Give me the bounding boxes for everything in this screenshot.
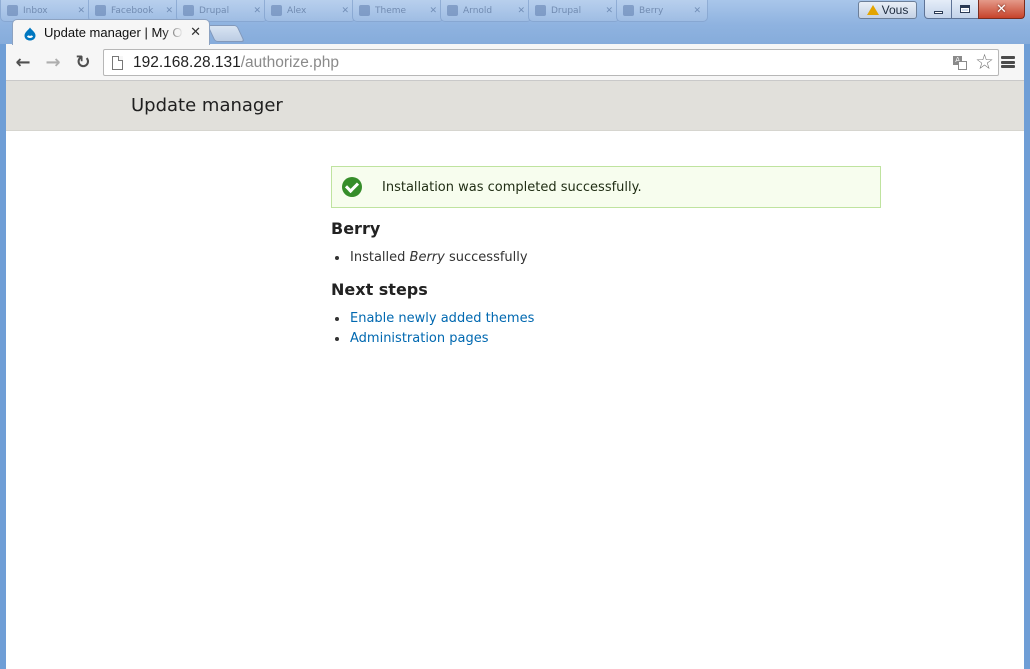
minimize-icon (933, 10, 943, 14)
browser-toolbar: ← → ↻ 192.168.28.131/authorize.php A ☆ (6, 44, 1024, 81)
administration-pages-link[interactable]: Administration pages (350, 331, 489, 346)
tab-close-icon[interactable]: ✕ (517, 6, 525, 16)
tab-favicon-icon (7, 5, 18, 16)
tab-favicon-icon (183, 5, 194, 16)
tab-title: Update manager | My Own Site (44, 25, 183, 40)
background-tab[interactable]: Theme ✕ (352, 0, 444, 22)
site-name: Update manager (131, 95, 283, 116)
main-content: Installation was completed successfully.… (331, 166, 881, 349)
next-steps-heading: Next steps (331, 280, 428, 299)
minimize-button[interactable] (924, 0, 952, 19)
tab-favicon-icon (95, 5, 106, 16)
close-icon: ✕ (996, 1, 1007, 17)
maximize-icon (960, 5, 970, 13)
translate-icon[interactable]: A (953, 55, 968, 70)
tab-close-icon[interactable]: ✕ (165, 6, 173, 16)
warning-icon (866, 5, 879, 15)
tab-title: Inbox (23, 5, 48, 16)
project-heading: Berry (331, 219, 381, 238)
omnibox-actions: A ☆ (953, 52, 994, 73)
list-item: Enable newly added themes (331, 309, 881, 329)
tab-favicon-icon (359, 5, 370, 16)
tab-close-icon[interactable]: ✕ (693, 6, 701, 16)
tab-close-icon[interactable]: ✕ (77, 6, 85, 16)
back-button[interactable]: ← (11, 51, 35, 73)
status-text: Installation was completed successfully. (382, 179, 642, 195)
tab-title: Theme (375, 5, 407, 16)
check-circle-icon (342, 177, 362, 197)
list-item: Installed Berry successfully (331, 248, 881, 268)
page-header: Update manager (6, 81, 1024, 131)
active-tab[interactable]: Update manager | My Own Site ✕ (12, 19, 210, 45)
tab-favicon-icon (535, 5, 546, 16)
install-prefix: Installed (350, 250, 406, 265)
bookmark-star-icon[interactable]: ☆ (975, 52, 994, 73)
url-host: 192.168.28.131 (133, 53, 241, 71)
tab-close-icon[interactable]: ✕ (605, 6, 613, 16)
window-titlebar: Inbox ✕ Facebook ✕ Drupal ✕ Alex ✕ Theme ✕ Ar… (0, 0, 1030, 45)
project-name: Berry (409, 250, 445, 265)
tab-close-icon[interactable]: ✕ (341, 6, 349, 16)
background-tab[interactable]: Drupal ✕ (528, 0, 620, 22)
tab-title: Alex (287, 5, 307, 16)
tab-favicon-icon (623, 5, 634, 16)
new-tab-button[interactable] (207, 25, 245, 42)
tab-title: Berry (639, 5, 664, 16)
close-window-button[interactable]: ✕ (978, 0, 1025, 19)
tab-close-icon[interactable]: ✕ (190, 25, 201, 40)
browser-menu-icon[interactable] (1001, 55, 1015, 69)
tab-title: Arnold (463, 5, 493, 16)
list-item: Administration pages (331, 329, 881, 349)
tab-favicon-icon (271, 5, 282, 16)
tab-title: Drupal (199, 5, 230, 16)
background-tab[interactable]: Alex ✕ (264, 0, 356, 22)
back-arrow-icon: ← (15, 51, 31, 73)
profile-button[interactable]: Vous (858, 1, 917, 19)
address-bar[interactable]: 192.168.28.131/authorize.php A ☆ (103, 49, 999, 76)
reload-icon: ↻ (75, 51, 91, 73)
forward-arrow-icon: → (45, 51, 61, 73)
enable-themes-link[interactable]: Enable newly added themes (350, 311, 534, 326)
reload-button[interactable]: ↻ (71, 51, 95, 73)
install-suffix: successfully (448, 250, 528, 265)
url-path: /authorize.php (240, 53, 339, 71)
forward-button[interactable]: → (41, 51, 65, 73)
drupal-favicon-icon (23, 26, 37, 40)
tab-close-icon[interactable]: ✕ (429, 6, 437, 16)
tab-title: Drupal (551, 5, 582, 16)
next-steps-list: Enable newly added themes Administration… (331, 309, 881, 349)
url-text[interactable]: 192.168.28.131/authorize.php (133, 54, 339, 72)
tab-title: Facebook (111, 5, 154, 16)
profile-label: Vous (881, 3, 909, 17)
install-results-list: Installed Berry successfully (331, 248, 881, 268)
background-tab[interactable]: Berry ✕ (616, 0, 708, 22)
window-controls: ✕ (924, 0, 1025, 19)
background-tab[interactable]: Arnold ✕ (440, 0, 532, 22)
maximize-button[interactable] (951, 0, 979, 19)
tab-favicon-icon (447, 5, 458, 16)
status-message: Installation was completed successfully. (331, 166, 881, 208)
tab-close-icon[interactable]: ✕ (253, 6, 261, 16)
page-icon (112, 55, 123, 70)
page-viewport: Update manager Installation was complete… (6, 81, 1024, 669)
